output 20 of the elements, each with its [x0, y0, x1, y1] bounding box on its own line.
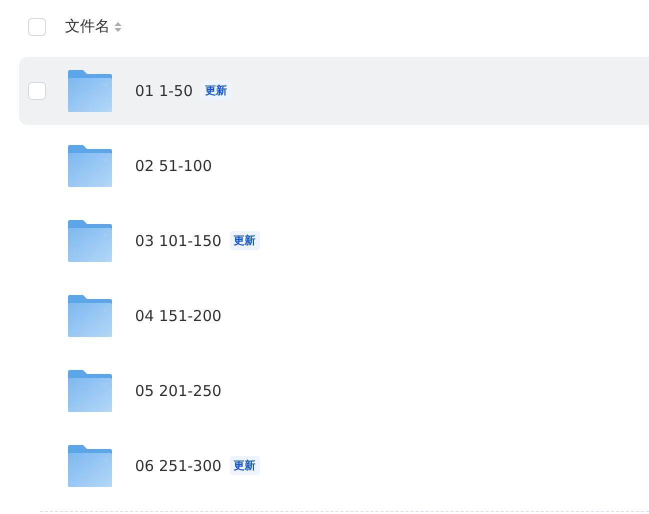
folder-name[interactable]: 02 51-100 [135, 156, 212, 174]
select-all-checkbox[interactable] [28, 18, 46, 36]
row-highlight[interactable]: 01 1-50 更新 [19, 56, 649, 124]
folder-icon [67, 444, 113, 486]
folder-name[interactable]: 01 1-50 [135, 82, 193, 100]
row-checkbox[interactable] [28, 82, 46, 100]
update-tag: 更新 [230, 456, 260, 475]
folder-name[interactable]: 04 151-200 [135, 306, 222, 324]
folder-name[interactable]: 05 201-250 [135, 382, 222, 400]
column-header: 文件名 [65, 17, 110, 36]
sort-icon[interactable] [114, 20, 122, 32]
update-tag: 更新 [200, 81, 231, 100]
folder-icon [67, 220, 113, 262]
folder-icon [67, 70, 113, 112]
folder-icon [67, 144, 113, 186]
folder-icon [67, 370, 113, 412]
folder-icon [67, 294, 113, 336]
folder-name[interactable]: 06 251-300 [135, 456, 222, 474]
folder-name[interactable]: 03 101-150 [135, 232, 222, 250]
update-tag: 更新 [230, 231, 260, 250]
